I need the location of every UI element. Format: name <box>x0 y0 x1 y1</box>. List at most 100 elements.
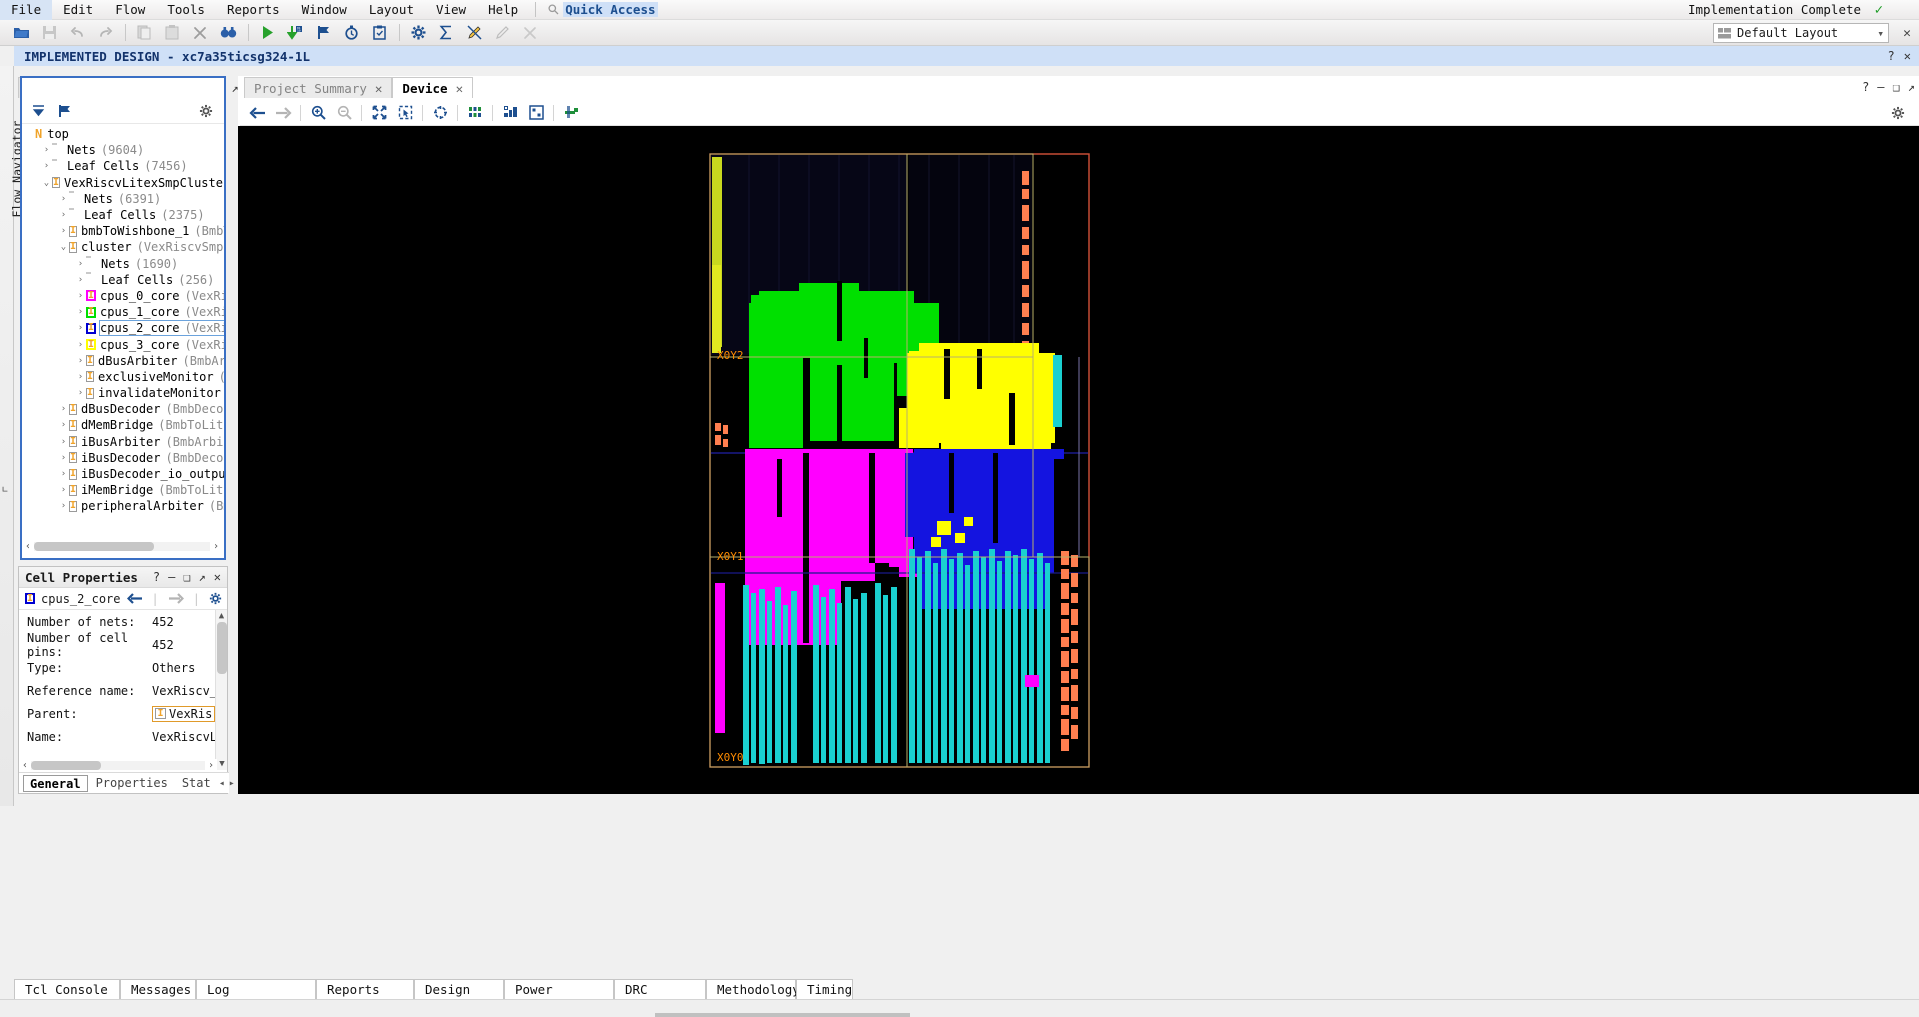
netlist-tree[interactable]: Ntop›Nets(9604)›Leaf Cells(7456)⌄IVexRis… <box>22 126 224 536</box>
fpga-floorplan[interactable] <box>709 153 1090 768</box>
tree-item-dbusdecoder[interactable]: ›IdBusDecoder(BmbDecoderOut <box>22 401 224 417</box>
tree-item-nets[interactable]: ›Nets(1690) <box>22 256 224 272</box>
netlist-hscroll-track[interactable] <box>34 542 210 551</box>
close-icon[interactable]: ✕ <box>1904 49 1911 63</box>
device-canvas[interactable]: X0Y2 X0Y1 X0Y0 <box>238 126 1919 794</box>
run-synthesis-icon[interactable]: 0110 <box>282 22 308 44</box>
netlist-hscrollbar[interactable]: ‹ › <box>22 540 222 553</box>
menu-help[interactable]: Help <box>477 0 529 20</box>
minimize-icon[interactable]: — <box>1877 80 1884 94</box>
tree-item-leaf-cells[interactable]: ›Leaf Cells(7456) <box>22 158 224 174</box>
tab-prev-icon[interactable]: ◂ <box>219 778 225 789</box>
help-icon[interactable]: ? <box>153 570 160 584</box>
run-implementation-icon[interactable] <box>310 22 336 44</box>
chevron-down-icon[interactable]: ⌄ <box>41 178 52 188</box>
sum-icon[interactable] <box>433 22 459 44</box>
close-icon[interactable]: ✕ <box>456 81 464 96</box>
tree-item-cpus-2-core[interactable]: ›Icpus_2_core(VexRiscv_2 <box>22 320 224 336</box>
chevron-right-icon[interactable]: › <box>58 437 69 447</box>
netlist-hscroll-thumb[interactable] <box>34 542 154 551</box>
tab-project-summary[interactable]: Project Summary✕ <box>244 77 392 98</box>
cp-hscroll-thumb[interactable] <box>31 761 101 770</box>
tab-general[interactable]: General <box>23 775 88 792</box>
fpga-die-view[interactable]: X0Y2 X0Y1 X0Y0 <box>709 153 1090 768</box>
chevron-right-icon[interactable]: › <box>75 323 86 333</box>
chevron-right-icon[interactable]: › <box>58 226 69 236</box>
tree-item-cpus-1-core[interactable]: ›Icpus_1_core(VexRiscv_1 <box>22 304 224 320</box>
chevron-right-icon[interactable]: › <box>75 307 86 317</box>
chevron-right-icon[interactable]: › <box>41 145 52 155</box>
tree-item-ibusdecoder-io-outputs-0-d[interactable]: ›IiBusDecoder_io_outputs_0_d <box>22 466 224 482</box>
close-icon[interactable]: ✕ <box>375 81 383 96</box>
scroll-down-icon[interactable]: ▼ <box>216 758 227 770</box>
scroll-left-icon[interactable]: ‹ <box>22 541 34 552</box>
highlight-leaf-icon[interactable] <box>523 102 549 124</box>
chevron-right-icon[interactable]: › <box>75 291 86 301</box>
cell-properties-hscrollbar[interactable]: ‹ › <box>19 759 217 772</box>
find-icon[interactable] <box>215 22 241 44</box>
maximize-icon[interactable]: ❑ <box>183 570 190 584</box>
chevron-right-icon[interactable]: › <box>75 388 86 398</box>
close-icon[interactable]: ✕ <box>214 570 221 584</box>
cell-properties-vscrollbar[interactable]: ▲ ▼ <box>215 610 227 770</box>
minimize-icon[interactable]: — <box>168 570 175 584</box>
float-icon[interactable]: ↗ <box>1908 80 1915 94</box>
tree-item-imembridge[interactable]: ›IiMemBridge(BmbToLiteDram_ <box>22 482 224 498</box>
tree-item-nets[interactable]: ›Nets(9604) <box>22 142 224 158</box>
tree-item-cpus-3-core[interactable]: ›Icpus_3_core(VexRiscv_3 <box>22 336 224 352</box>
gear-icon[interactable] <box>194 100 218 122</box>
tree-item-ibusarbiter[interactable]: ›IiBusArbiter(BmbArbiter_1) <box>22 434 224 450</box>
chevron-right-icon[interactable]: › <box>58 501 69 511</box>
tree-item-vexriscvlitexsmpcluster[interactable]: ⌄IVexRiscvLitexSmpCluster(VexRi <box>22 175 224 191</box>
collapse-all-icon[interactable] <box>26 100 50 122</box>
zoom-area-icon[interactable] <box>392 102 418 124</box>
back-arrow-icon[interactable] <box>127 593 143 604</box>
quick-access-box[interactable]: Quick Access <box>548 2 657 17</box>
menu-flow[interactable]: Flow <box>104 0 156 20</box>
undo-icon[interactable] <box>64 22 90 44</box>
menu-view[interactable]: View <box>425 0 477 20</box>
chevron-right-icon[interactable]: › <box>58 420 69 430</box>
bottom-tab-tcl-console[interactable]: Tcl Console <box>14 979 120 999</box>
scroll-right-icon[interactable]: › <box>205 760 217 771</box>
maximize-icon[interactable]: ❑ <box>1893 80 1900 94</box>
chevron-right-icon[interactable]: › <box>58 453 69 463</box>
cell-property-value[interactable]: IVexRis <box>152 706 215 722</box>
tree-item-bmbtowishbone-1[interactable]: ›IbmbToWishbone_1(BmbToWishb <box>22 223 224 239</box>
chevron-right-icon[interactable]: › <box>58 404 69 414</box>
tree-item-peripheralarbiter[interactable]: ›IperipheralArbiter(BmbArbi <box>22 498 224 514</box>
bottom-tab-design-runs[interactable]: Design Runs <box>414 979 504 999</box>
unhighlight-icon[interactable] <box>489 22 515 44</box>
forward-arrow-icon[interactable] <box>270 102 296 124</box>
tab-properties[interactable]: Properties <box>90 775 174 792</box>
bottom-tab-messages[interactable]: Messages <box>120 979 196 999</box>
menu-layout[interactable]: Layout <box>358 0 425 20</box>
tab-device[interactable]: Device✕ <box>392 77 473 98</box>
bottom-tab-timing[interactable]: Timing <box>796 979 853 999</box>
tree-item-top[interactable]: Ntop <box>22 126 224 142</box>
layout-selector[interactable]: Default Layout ▾ <box>1713 23 1889 43</box>
bottom-tab-log[interactable]: Log <box>196 979 316 999</box>
clear-icon[interactable] <box>517 22 543 44</box>
help-icon[interactable]: ? <box>1888 49 1895 63</box>
tree-item-invalidatemonitor[interactable]: ›IinvalidateMonitor(BmbI <box>22 385 224 401</box>
menu-window[interactable]: Window <box>291 0 358 20</box>
chevron-right-icon[interactable]: › <box>58 485 69 495</box>
bottom-tab-power[interactable]: Power <box>504 979 614 999</box>
timing-icon[interactable] <box>338 22 364 44</box>
tree-item-leaf-cells[interactable]: ›Leaf Cells(256) <box>22 272 224 288</box>
tree-item-cpus-0-core[interactable]: ›Icpus_0_core(VexRiscv) <box>22 288 224 304</box>
zoom-out-icon[interactable] <box>331 102 357 124</box>
menu-edit[interactable]: Edit <box>52 0 104 20</box>
placement-icon[interactable] <box>497 102 523 124</box>
forward-arrow-icon[interactable] <box>168 593 184 604</box>
menu-file[interactable]: File <box>0 0 52 20</box>
paste-icon[interactable] <box>159 22 185 44</box>
scroll-up-icon[interactable]: ▲ <box>216 610 227 622</box>
show-metal-icon[interactable] <box>558 102 584 124</box>
bottom-tab-methodology[interactable]: Methodology <box>706 979 796 999</box>
gear-icon[interactable] <box>209 592 222 605</box>
chevron-right-icon[interactable]: › <box>75 372 86 382</box>
redo-icon[interactable] <box>92 22 118 44</box>
chevron-down-icon[interactable]: ▾ <box>1877 27 1884 40</box>
